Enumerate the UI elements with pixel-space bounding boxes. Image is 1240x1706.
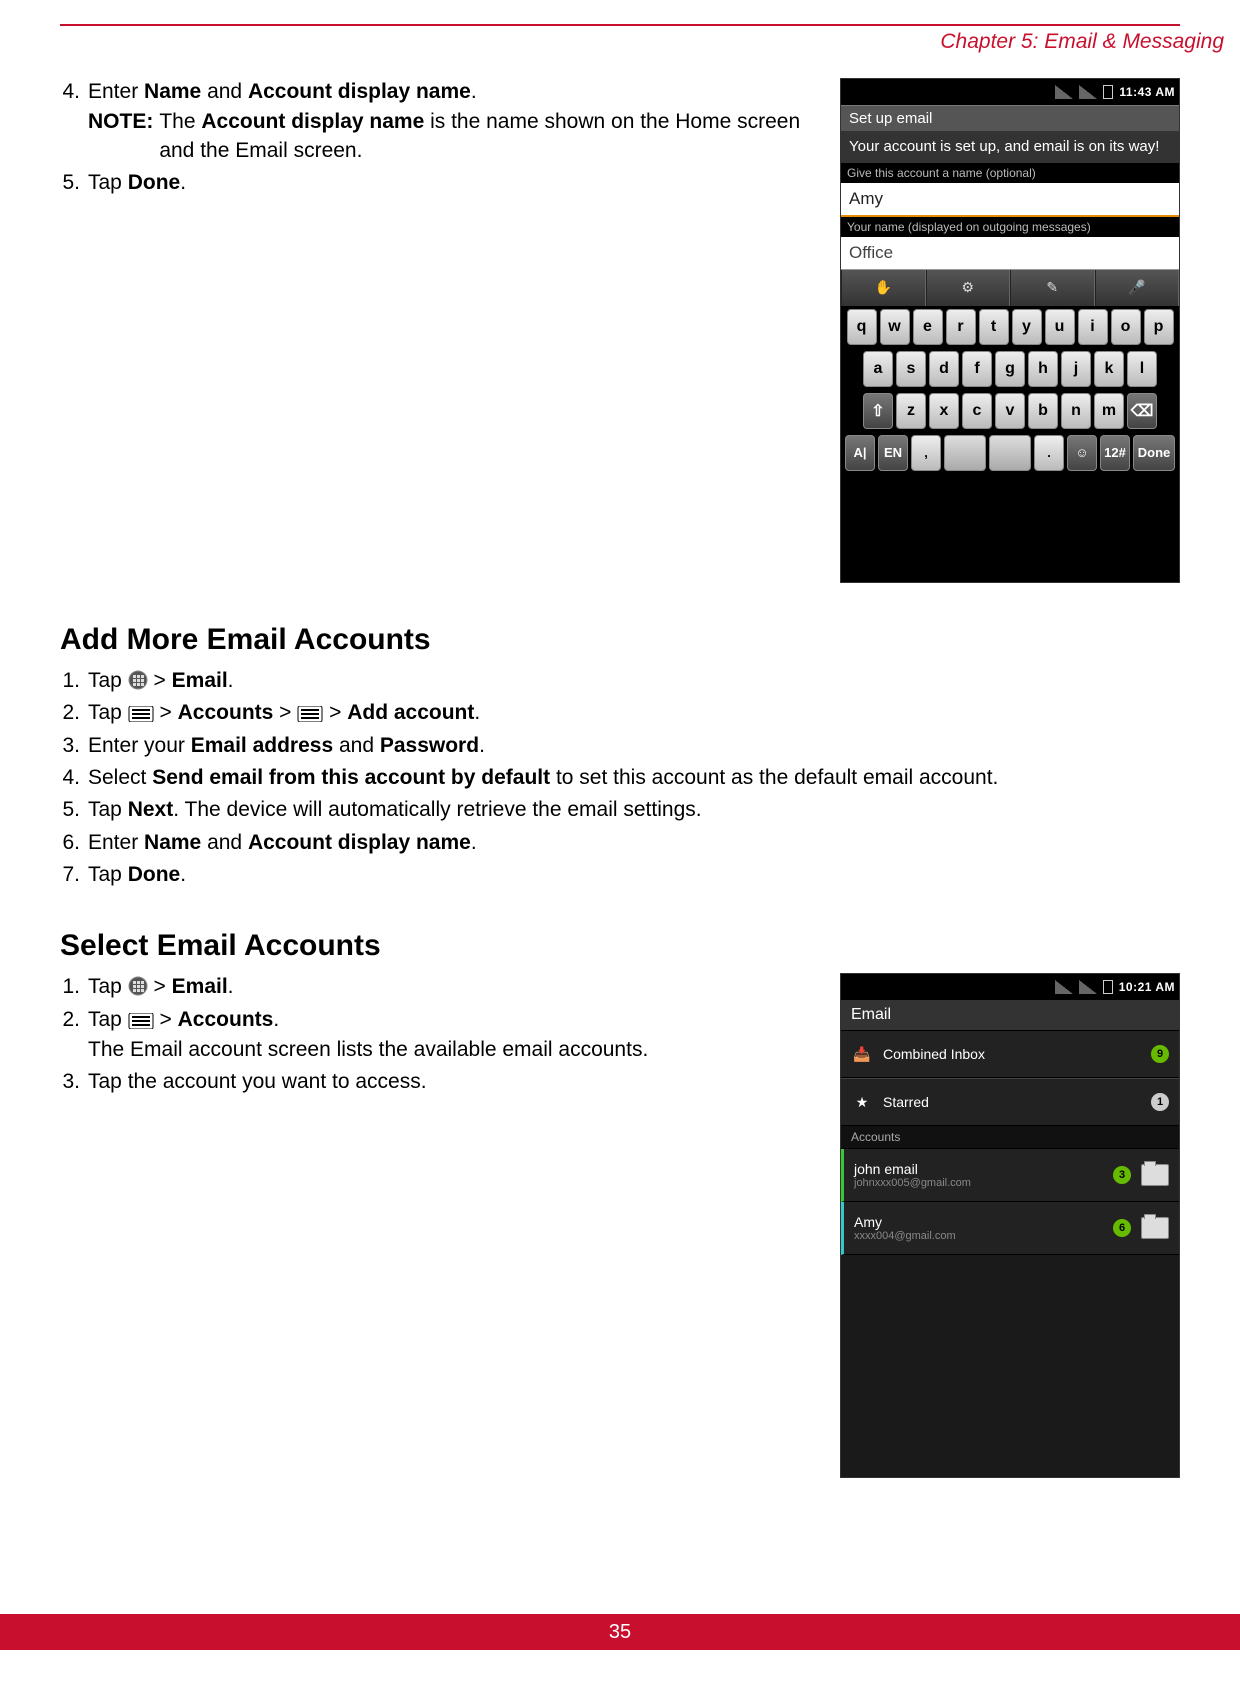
key[interactable] xyxy=(944,435,986,471)
key[interactable]: n xyxy=(1061,393,1091,429)
key[interactable] xyxy=(989,435,1031,471)
list-item: 4.Select Send email from this account by… xyxy=(60,764,1180,792)
key[interactable]: f xyxy=(962,351,992,387)
menu-icon xyxy=(128,706,154,722)
starred-badge: 1 xyxy=(1151,1093,1169,1111)
key[interactable]: EN xyxy=(878,435,908,471)
key[interactable]: e xyxy=(913,309,943,345)
key[interactable]: u xyxy=(1045,309,1075,345)
key[interactable]: q xyxy=(847,309,877,345)
add-steps-list: 1.Tap > Email. 2.Tap > Accounts > > Add a… xyxy=(60,667,1180,889)
list-item: 5.Tap Next. The device will automaticall… xyxy=(60,796,1180,824)
page-footer: 35 xyxy=(0,1614,1240,1650)
account-row[interactable]: john emailjohnxxx005@gmail.com3 xyxy=(841,1149,1179,1202)
key[interactable]: x xyxy=(929,393,959,429)
folder-icon[interactable] xyxy=(1141,1217,1169,1239)
key[interactable]: c xyxy=(962,393,992,429)
account-row[interactable]: Amyxxxx004@gmail.com6 xyxy=(841,1202,1179,1255)
apps-icon xyxy=(128,976,148,996)
key[interactable]: l xyxy=(1127,351,1157,387)
key[interactable]: w xyxy=(880,309,910,345)
top-steps: 4.Enter Name and Account display name.NO… xyxy=(60,78,820,583)
key[interactable]: p xyxy=(1144,309,1174,345)
key[interactable]: r xyxy=(946,309,976,345)
mic-icon[interactable]: 🎤 xyxy=(1095,270,1180,306)
accounts-header: Accounts xyxy=(841,1126,1179,1149)
key[interactable]: A| xyxy=(845,435,875,471)
page-number: 35 xyxy=(609,1621,631,1644)
key[interactable]: d xyxy=(929,351,959,387)
ime-toolbar: ✋ ⚙ ✎ 🎤 xyxy=(841,270,1179,306)
list-item: 1.Tap > Email. xyxy=(60,973,820,1001)
key[interactable]: g xyxy=(995,351,1025,387)
screenshot-email-accounts: 10:21 AM Email 📥 Combined Inbox 9 ★ Star… xyxy=(840,973,1180,1478)
key[interactable]: z xyxy=(896,393,926,429)
list-item: 7.Tap Done. xyxy=(60,861,1180,889)
account-name-input[interactable]: Amy xyxy=(841,183,1179,217)
your-name-input[interactable]: Office xyxy=(841,237,1179,270)
key[interactable]: ⇧ xyxy=(863,393,893,429)
key[interactable]: s xyxy=(896,351,926,387)
account-badge: 3 xyxy=(1113,1166,1131,1184)
inbox-icon: 📥 xyxy=(851,1043,873,1065)
key[interactable]: 12# xyxy=(1100,435,1130,471)
key[interactable]: o xyxy=(1111,309,1141,345)
key[interactable]: m xyxy=(1094,393,1124,429)
key[interactable]: ☺ xyxy=(1067,435,1097,471)
key[interactable]: a xyxy=(863,351,893,387)
keyboard: qwertyuiop asdfghjkl ⇧zxcvbnm⌫ A|EN,.☺12#Do… xyxy=(841,306,1179,474)
key[interactable]: y xyxy=(1012,309,1042,345)
chapter-title: Chapter 5: Email & Messaging xyxy=(0,26,1224,78)
status-bar: 11:43 AM xyxy=(841,79,1179,105)
key[interactable]: h xyxy=(1028,351,1058,387)
gear-icon[interactable]: ⚙ xyxy=(926,270,1011,306)
key[interactable]: t xyxy=(979,309,1009,345)
key[interactable]: . xyxy=(1034,435,1064,471)
key[interactable]: , xyxy=(911,435,941,471)
select-steps-list: 1.Tap > Email. 2.Tap > Accounts.The Email… xyxy=(60,973,820,1478)
folder-icon[interactable] xyxy=(1141,1164,1169,1186)
list-item: 3.Enter your Email address and Password. xyxy=(60,732,1180,760)
list-item: 2.Tap > Accounts.The Email account scree… xyxy=(60,1006,820,1065)
list-item: 1.Tap > Email. xyxy=(60,667,1180,695)
key[interactable]: k xyxy=(1094,351,1124,387)
star-icon: ★ xyxy=(851,1091,873,1113)
status-bar: 10:21 AM xyxy=(841,974,1179,1000)
combined-badge: 9 xyxy=(1151,1045,1169,1063)
combined-inbox-row[interactable]: 📥 Combined Inbox 9 xyxy=(841,1031,1179,1078)
heading-add-more: Add More Email Accounts xyxy=(60,623,1180,657)
starred-row[interactable]: ★ Starred 1 xyxy=(841,1079,1179,1126)
key[interactable]: ⌫ xyxy=(1127,393,1157,429)
key[interactable]: v xyxy=(995,393,1025,429)
key[interactable]: i xyxy=(1078,309,1108,345)
list-item: 3.Tap the account you want to access. xyxy=(60,1068,820,1096)
apps-icon xyxy=(128,670,148,690)
key[interactable]: j xyxy=(1061,351,1091,387)
account-badge: 6 xyxy=(1113,1219,1131,1237)
list-item: 4.Enter Name and Account display name.NO… xyxy=(60,78,820,165)
menu-icon xyxy=(297,706,323,722)
hand-icon[interactable]: ✋ xyxy=(841,270,926,306)
key[interactable]: b xyxy=(1028,393,1058,429)
key[interactable]: Done xyxy=(1133,435,1175,471)
list-item: 5.Tap Done. xyxy=(60,169,820,197)
edit-icon[interactable]: ✎ xyxy=(1010,270,1095,306)
screenshot-setup-email: 11:43 AM Set up email Your account is se… xyxy=(840,78,1180,583)
heading-select: Select Email Accounts xyxy=(60,929,1180,963)
list-item: 6.Enter Name and Account display name. xyxy=(60,829,1180,857)
phone-title: Set up email xyxy=(841,105,1179,132)
app-bar: Email xyxy=(841,1000,1179,1031)
menu-icon xyxy=(128,1013,154,1029)
list-item: 2.Tap > Accounts > > Add account. xyxy=(60,699,1180,727)
phone-subtitle: Your account is set up, and email is on … xyxy=(841,132,1179,163)
